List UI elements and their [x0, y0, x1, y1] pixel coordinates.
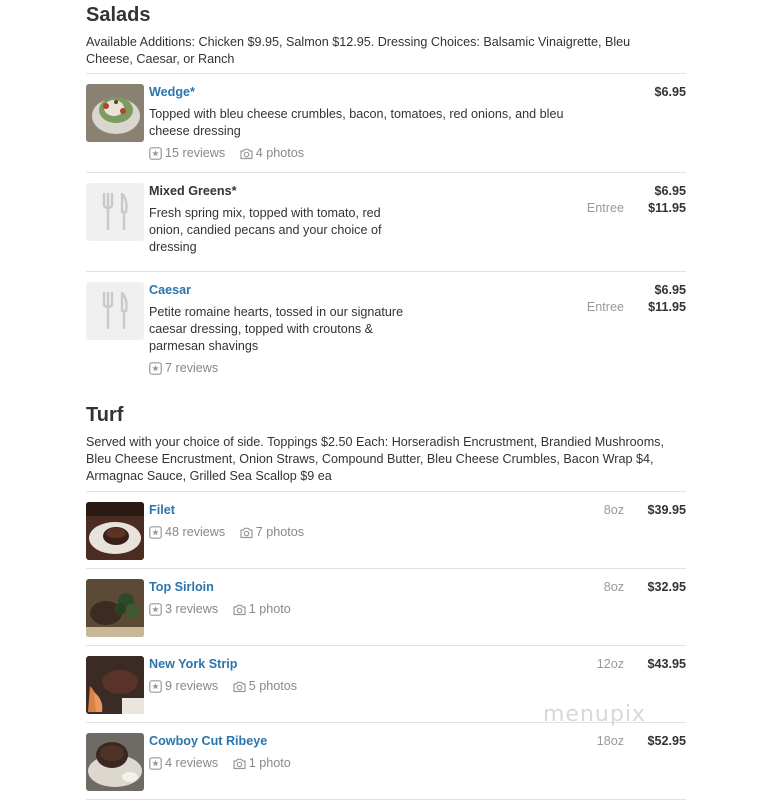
menu-item-name[interactable]: Top Sirloin — [149, 579, 569, 595]
menu-item-price: $43.95 — [647, 657, 686, 671]
reviews-link[interactable]: 3 reviews — [149, 601, 218, 617]
camera-icon — [233, 680, 246, 693]
photos-count: 7 photos — [255, 525, 305, 539]
menu-item-description: Fresh spring mix, topped with tomato, re… — [149, 206, 382, 254]
mixed-greens-placeholder — [86, 183, 144, 241]
reviews-count: 7 reviews — [165, 361, 219, 375]
menu-item-meta: 4 reviews 1 photo — [149, 755, 569, 774]
section-title-salads: Salads — [86, 4, 151, 26]
photos-count: 1 photo — [248, 756, 291, 770]
menu-item-price: $6.95 — [654, 283, 686, 297]
menu-item-name[interactable]: Caesar — [149, 282, 409, 298]
camera-icon — [240, 526, 253, 539]
fork-knife-icon — [102, 192, 128, 231]
menu-item-name[interactable]: Filet — [149, 502, 569, 518]
menu-item-name[interactable]: Cowboy Cut Ribeye — [149, 733, 569, 749]
menu-item-price: $39.95 — [647, 503, 686, 517]
menu-item-name: Mixed Greens* — [149, 184, 237, 198]
camera-icon — [233, 603, 246, 616]
star-box-icon — [149, 757, 162, 770]
menu-item-description: Topped with bleu cheese crumbles, bacon,… — [149, 107, 564, 138]
menu-item-meta: 15 reviews 4 photos — [149, 145, 569, 164]
menupix-watermark: menupix — [543, 702, 646, 727]
reviews-count: 4 reviews — [165, 756, 219, 770]
menu-item-meta: 3 reviews 1 photo — [149, 601, 569, 620]
star-box-icon — [149, 680, 162, 693]
star-box-icon — [149, 526, 162, 539]
camera-icon — [233, 757, 246, 770]
menu-item-name[interactable]: Wedge* — [149, 84, 569, 100]
menu-item-price: $32.95 — [647, 580, 686, 594]
section-title-turf: Turf — [86, 404, 124, 426]
fork-knife-icon — [102, 291, 128, 330]
menu-item-filet: Filet 48 reviews 7 photos 8oz $39.95 — [86, 491, 686, 568]
reviews-count: 3 reviews — [165, 602, 219, 616]
new-york-strip-photo[interactable] — [86, 656, 144, 714]
menu-item-price: $6.95 — [654, 184, 686, 198]
photos-count: 1 photo — [248, 602, 291, 616]
portion-size: 18oz — [596, 734, 624, 748]
section-description-turf: Served with your choice of side. Topping… — [86, 435, 664, 483]
camera-icon — [240, 147, 253, 160]
menu-item-cowboy-cut-ribeye: Cowboy Cut Ribeye 4 reviews 1 photo 18oz… — [86, 722, 686, 800]
menu-item-meta: 48 reviews 7 photos — [149, 524, 569, 543]
star-box-icon — [149, 362, 162, 375]
menu-item-meta: 9 reviews 5 photos — [149, 678, 569, 697]
reviews-count: 15 reviews — [165, 146, 226, 160]
top-sirloin-photo[interactable] — [86, 579, 144, 637]
photos-link[interactable]: 4 photos — [240, 145, 304, 161]
entree-label: Entree — [586, 201, 624, 215]
wedge-photo[interactable] — [86, 84, 144, 142]
reviews-link[interactable]: 15 reviews — [149, 145, 225, 161]
menu-item-caesar: Caesar Petite romaine hearts, tossed in … — [86, 271, 686, 382]
menu-item-name[interactable]: New York Strip — [149, 656, 569, 672]
entree-price: $11.95 — [648, 201, 686, 215]
photos-count: 5 photos — [248, 679, 298, 693]
caesar-placeholder — [86, 282, 144, 340]
entree-label: Entree — [586, 300, 624, 314]
menu-item-description: Petite romaine hearts, tossed in our sig… — [149, 305, 404, 353]
section-description-salads: Available Additions: Chicken $9.95, Salm… — [86, 35, 631, 66]
entree-price: $11.95 — [648, 300, 686, 314]
reviews-link[interactable]: 4 reviews — [149, 755, 218, 771]
filet-photo[interactable] — [86, 502, 144, 560]
portion-size: 12oz — [596, 657, 624, 671]
photos-link[interactable]: 5 photos — [233, 678, 297, 694]
reviews-link[interactable]: 9 reviews — [149, 678, 218, 694]
star-box-icon — [149, 603, 162, 616]
reviews-count: 9 reviews — [165, 679, 219, 693]
menu-item-price: $6.95 — [654, 85, 686, 99]
photos-count: 4 photos — [255, 146, 305, 160]
cowboy-cut-ribeye-photo[interactable] — [86, 733, 144, 791]
menu-item-top-sirloin: Top Sirloin 3 reviews 1 photo 8oz $32.95 — [86, 568, 686, 645]
reviews-link[interactable]: 7 reviews — [149, 360, 218, 376]
menu-item-price: $52.95 — [647, 734, 686, 748]
portion-size: 8oz — [603, 503, 624, 517]
star-box-icon — [149, 147, 162, 160]
photos-link[interactable]: 7 photos — [240, 524, 304, 540]
menu-item-wedge: Wedge* Topped with bleu cheese crumbles,… — [86, 73, 686, 172]
reviews-link[interactable]: 48 reviews — [149, 524, 225, 540]
reviews-count: 48 reviews — [165, 525, 226, 539]
photos-link[interactable]: 1 photo — [233, 755, 291, 771]
portion-size: 8oz — [603, 580, 624, 594]
menu-item-mixed-greens: Mixed Greens* Fresh spring mix, topped w… — [86, 172, 686, 271]
photos-link[interactable]: 1 photo — [233, 601, 291, 617]
menu-item-meta: 7 reviews — [149, 360, 409, 379]
